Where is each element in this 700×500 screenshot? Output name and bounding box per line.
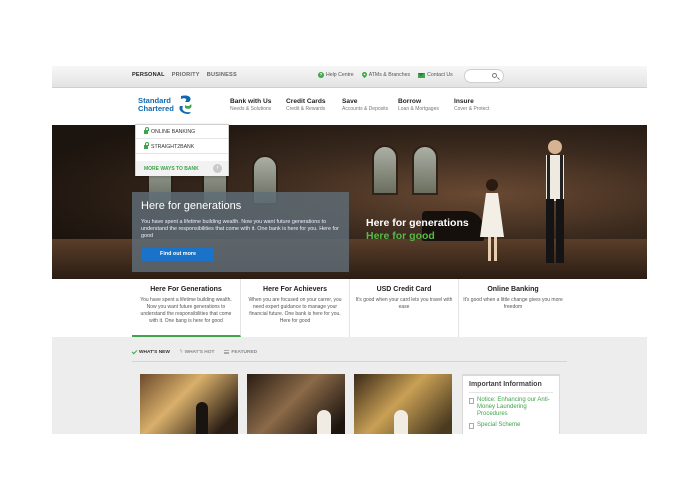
utility-links: ? Help Centre ATMs & Branches Contact Us	[318, 72, 453, 78]
atms-branches-link[interactable]: ATMs & Branches	[361, 72, 411, 78]
feature-title: Online Banking	[487, 286, 539, 293]
feature-usd-credit-card[interactable]: USD Credit Card It's good when your card…	[350, 279, 459, 337]
nav-save[interactable]: Save Accounts & Deposits	[342, 98, 398, 112]
hero-headline-line1: Here for generations	[366, 217, 469, 229]
main-header: Standard Chartered Bank with Us Needs & …	[52, 88, 647, 125]
checkmark-icon	[131, 348, 138, 355]
feature-text: It's good when your card lets you travel…	[355, 297, 453, 310]
tabs-divider	[132, 361, 567, 362]
nav-subtitle: Accounts & Deposits	[342, 106, 389, 112]
list-icon	[224, 350, 230, 354]
document-icon	[469, 423, 474, 429]
hero-man-figure	[546, 140, 564, 263]
logo-text: Standard Chartered	[138, 96, 174, 113]
hero-headline-line2: Here for good	[366, 230, 435, 242]
segment-priority[interactable]: PRIORITY	[172, 72, 200, 78]
hero-promo-box: Here for generations You have spent a li…	[132, 192, 349, 272]
hero-girl-figure	[480, 179, 504, 261]
feature-here-for-achievers[interactable]: Here For Achievers When you are focused …	[241, 279, 350, 337]
straight2bank-link[interactable]: STRAIGHT2BANK	[136, 140, 228, 154]
news-tabs: WHAT'S NEW ϟ WHAT'S HOT FEATURED	[131, 348, 257, 355]
straight2bank-label: STRAIGHT2BANK	[151, 143, 195, 150]
tab-whats-new[interactable]: WHAT'S NEW	[131, 348, 170, 355]
more-ways-to-bank-link[interactable]: MORE WAYS TO BANK ›	[136, 161, 228, 176]
thumbnail-figure	[317, 410, 331, 434]
nav-subtitle: Cover & Protect	[454, 106, 490, 112]
special-scheme-link[interactable]: Special Scheme	[469, 422, 553, 429]
news-thumbnail-2[interactable]	[247, 374, 345, 434]
feature-title: Here For Generations	[150, 286, 222, 293]
online-banking-link[interactable]: ONLINE BANKING	[136, 125, 228, 139]
news-thumbnail-3[interactable]	[354, 374, 452, 434]
lock-icon	[144, 142, 149, 149]
feature-here-for-generations[interactable]: Here For Generations You have spent a li…	[132, 279, 241, 337]
mail-icon	[418, 72, 426, 78]
feature-text: It's good when a little change gives you…	[463, 297, 563, 310]
help-centre-link[interactable]: ? Help Centre	[318, 72, 354, 78]
online-banking-dropdown: ONLINE BANKING STRAIGHT2BANK MORE WAYS T…	[135, 124, 229, 176]
feature-title: USD Credit Card	[376, 286, 432, 293]
lock-icon	[144, 127, 149, 134]
hero-headline: Here for generations Here for good	[366, 217, 469, 243]
nav-title: Insure	[454, 98, 474, 105]
news-thumbnail-1[interactable]	[140, 374, 238, 434]
segment-personal[interactable]: PERSONAL	[132, 72, 165, 78]
feature-text: You have spent a lifetime building wealt…	[140, 297, 232, 324]
contact-us-link[interactable]: Contact Us	[418, 72, 453, 78]
nav-title: Bank with Us	[230, 98, 272, 105]
nav-borrow[interactable]: Borrow Loan & Mortgages	[398, 98, 454, 112]
important-information-title: Important Information	[469, 381, 553, 393]
feature-columns: Here For Generations You have spent a li…	[132, 279, 567, 337]
hero-box-title: Here for generations	[141, 200, 242, 212]
hero-window-decoration	[412, 145, 438, 195]
nav-subtitle: Loan & Mortgages	[398, 106, 439, 112]
nav-title: Credit Cards	[286, 98, 326, 105]
bank-homepage: PERSONAL PRIORITY BUSINESS ? Help Centre…	[52, 66, 647, 434]
segment-switcher: PERSONAL PRIORITY BUSINESS	[132, 72, 237, 78]
nav-title: Borrow	[398, 98, 422, 105]
find-out-more-button[interactable]: Find out more	[142, 248, 214, 261]
tab-label: WHAT'S HOT	[184, 349, 215, 355]
feature-text: When you are focused on your carrer, you…	[248, 297, 342, 324]
feature-online-banking[interactable]: Online Banking It's good when a little c…	[459, 279, 567, 337]
search-input[interactable]	[464, 69, 504, 83]
arrow-right-icon: ›	[213, 164, 222, 173]
tab-label: WHAT'S NEW	[139, 349, 170, 355]
nav-subtitle: Credit & Rewards	[286, 106, 326, 112]
standard-chartered-logo[interactable]: Standard Chartered	[138, 94, 195, 116]
atms-branches-label: ATMs & Branches	[368, 72, 411, 78]
nav-credit-cards[interactable]: Credit Cards Credit & Rewards	[286, 98, 342, 112]
document-icon	[469, 398, 474, 404]
help-centre-label: Help Centre	[326, 72, 354, 78]
hero-window-decoration	[372, 145, 398, 195]
news-section: WHAT'S NEW ϟ WHAT'S HOT FEATURED Importa…	[52, 337, 647, 434]
contact-us-label: Contact Us	[427, 72, 453, 78]
nav-bank-with-us[interactable]: Bank with Us Needs & Solutions	[230, 98, 286, 112]
nav-insure[interactable]: Insure Cover & Protect	[454, 98, 510, 112]
tab-whats-hot[interactable]: ϟ WHAT'S HOT	[180, 349, 214, 355]
nav-title: Save	[342, 98, 358, 105]
hero-box-text: You have spent a lifetime building wealt…	[141, 219, 339, 239]
online-banking-label: ONLINE BANKING	[151, 128, 196, 135]
thumbnail-figure	[394, 410, 408, 434]
location-pin-icon	[361, 72, 367, 78]
tab-label: FEATURED	[231, 349, 258, 355]
important-information-panel: Important Information Notice: Enhancing …	[462, 374, 560, 434]
info-link-label: Special Scheme	[477, 422, 521, 428]
aml-notice-link[interactable]: Notice: Enhancing our Anti-Money Launder…	[469, 397, 553, 418]
search-icon[interactable]	[492, 73, 497, 78]
logo-mark-icon	[179, 95, 192, 114]
more-ways-label: MORE WAYS TO BANK	[144, 165, 199, 172]
lightning-icon: ϟ	[179, 349, 183, 355]
thumbnail-figure	[196, 402, 208, 434]
help-icon: ?	[318, 72, 324, 78]
segment-business[interactable]: BUSINESS	[207, 72, 237, 78]
logo-line-2: Chartered	[138, 104, 174, 113]
primary-nav: Bank with Us Needs & Solutions Credit Ca…	[230, 98, 510, 112]
feature-title: Here For Achievers	[263, 286, 327, 293]
info-link-label: Notice: Enhancing our Anti-Money Launder…	[477, 397, 550, 417]
tab-featured[interactable]: FEATURED	[224, 349, 257, 355]
utility-bar: PERSONAL PRIORITY BUSINESS ? Help Centre…	[52, 66, 647, 88]
nav-subtitle: Needs & Solutions	[230, 106, 272, 112]
